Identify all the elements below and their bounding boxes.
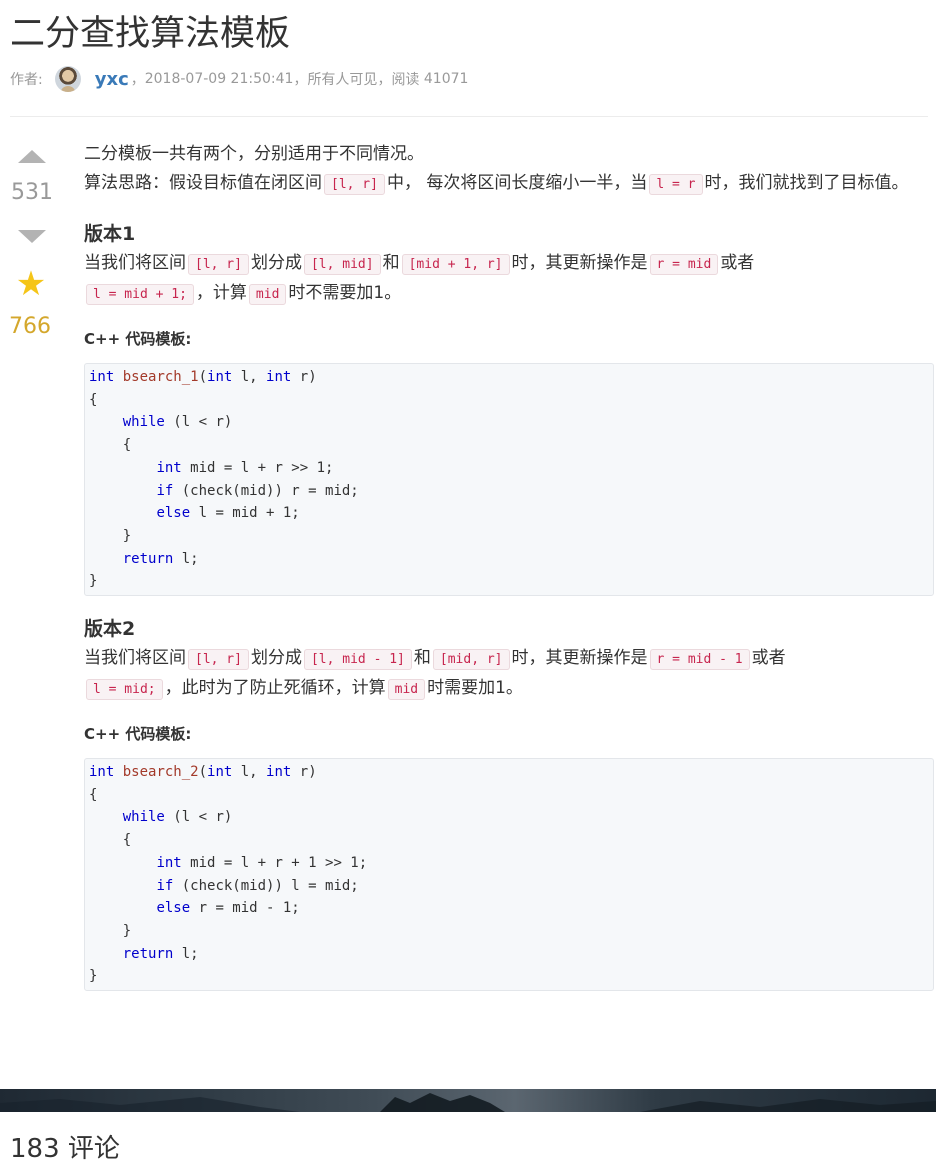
header-divider <box>10 116 928 117</box>
text: 时，其更新操作是 <box>511 648 648 669</box>
code-template-label: C++ 代码模板: <box>84 725 192 744</box>
inline-code: l = mid + 1; <box>86 284 194 305</box>
inline-code: [l, r] <box>324 174 385 195</box>
text: 划分成 <box>250 648 302 669</box>
favorite-star-icon[interactable]: ★ <box>14 266 48 302</box>
text: 当我们将区间 <box>84 253 186 273</box>
banner-silhouette-icon <box>0 1093 936 1112</box>
author-link[interactable]: yxc <box>95 69 129 90</box>
comments-heading: 183 评论 <box>10 1134 120 1164</box>
text: 和 <box>382 253 400 273</box>
vote-count: 531 <box>11 180 53 205</box>
text: 中， 每次将区间长度缩小一半，当 <box>386 173 648 193</box>
text: 或者 <box>751 648 786 669</box>
decorative-banner <box>0 1089 936 1112</box>
inline-code: [l, mid] <box>303 254 381 275</box>
text: 当我们将区间 <box>84 648 186 669</box>
visibility-label: 所有人可见 <box>307 72 378 88</box>
code-template-label: C++ 代码模板: <box>84 330 192 348</box>
inline-code: [mid + 1, r] <box>401 254 510 275</box>
article-meta: 作者: yxc ， 2018-07-09 21:50:41 ， 所有人可见 ， … <box>10 64 468 94</box>
text: 时，其更新操作是 <box>511 253 648 273</box>
favorite-count: 766 <box>9 314 51 339</box>
text: ，此时为了防止死循环，计算 <box>164 678 386 699</box>
page-title: 二分查找算法模板 <box>10 14 291 54</box>
text: 时需要加1。 <box>427 678 523 699</box>
reads-label: 阅读 <box>391 72 420 88</box>
text: ，计算 <box>195 283 247 303</box>
version-1-description: 当我们将区间 [l, r] 划分成 [l, mid] 和 [mid + 1, r] 时，其更… <box>84 249 934 309</box>
avatar[interactable] <box>54 66 81 92</box>
inline-code: r = mid - 1 <box>649 649 750 671</box>
inline-code: l = mid; <box>86 679 163 701</box>
publish-timestamp: 2018-07-09 21:50:41 <box>144 71 294 87</box>
text: 时，我们就找到了目标值。 <box>704 173 909 193</box>
text: 或者 <box>720 253 755 273</box>
reads-count: 41071 <box>423 71 469 87</box>
inline-code: mid <box>387 679 426 701</box>
inline-code: mid <box>248 284 287 305</box>
inline-code: [mid, r] <box>432 649 510 671</box>
meta-separator: ， <box>130 72 145 88</box>
intro-paragraph: 二分模板一共有两个，分别适用于不同情况。 <box>84 144 424 164</box>
text: 算法思路：假设目标值在闭区间 <box>84 173 322 193</box>
author-label: 作者: <box>10 72 43 88</box>
meta-separator: ， <box>377 72 392 88</box>
version-1-heading: 版本1 <box>84 223 136 245</box>
article-body: 二分模板一共有两个，分别适用于不同情况。 算法思路：假设目标值在闭区间 [l, r… <box>84 140 934 992</box>
text: 和 <box>413 648 431 669</box>
inline-code: [l, r] <box>188 254 249 275</box>
inline-code: r = mid <box>649 254 719 275</box>
version-2-heading: 版本2 <box>84 618 136 641</box>
version-2-description: 当我们将区间 [l, r] 划分成 [l, mid - 1] 和 [mid, r] 时，其更… <box>84 644 934 704</box>
downvote-arrow-icon[interactable] <box>18 230 46 243</box>
inline-code: [l, mid - 1] <box>303 649 412 671</box>
inline-code: l = r <box>649 174 703 195</box>
upvote-arrow-icon[interactable] <box>18 150 46 163</box>
text: 时不需要加1。 <box>288 283 402 303</box>
code-block-1: int bsearch_1(int l, int r) { while (l <… <box>84 363 934 597</box>
text: 划分成 <box>250 253 302 273</box>
meta-separator: ， <box>293 72 308 88</box>
inline-code: [l, r] <box>188 649 249 671</box>
code-block-2: int bsearch_2(int l, int r) { while (l <… <box>84 758 934 992</box>
algorithm-idea-paragraph: 算法思路：假设目标值在闭区间 [l, r] 中， 每次将区间长度缩小一半，当 l = … <box>84 169 934 199</box>
